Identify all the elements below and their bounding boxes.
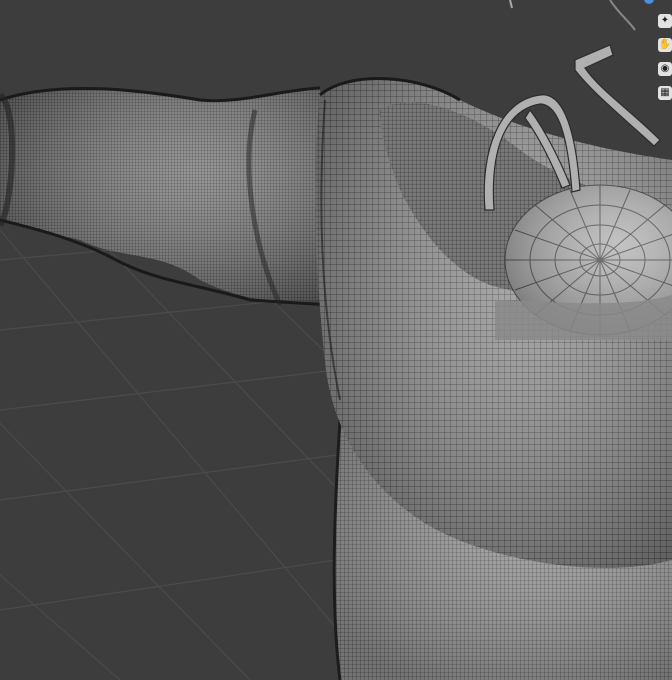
viewport-scene[interactable] bbox=[0, 0, 672, 680]
edge-fragment bbox=[509, 0, 513, 9]
orthographic-toggle-icon[interactable]: ▦ bbox=[658, 86, 672, 100]
move-view-icon[interactable]: ✋ bbox=[658, 38, 672, 52]
sleeve-mesh bbox=[0, 86, 331, 307]
navigation-gizmo[interactable]: ✦ ✋ ◉ ▦ bbox=[644, 0, 672, 110]
zoom-icon[interactable]: ✦ bbox=[658, 14, 672, 28]
3d-viewport[interactable]: ✦ ✋ ◉ ▦ bbox=[0, 0, 672, 680]
camera-icon[interactable]: ◉ bbox=[658, 62, 672, 76]
